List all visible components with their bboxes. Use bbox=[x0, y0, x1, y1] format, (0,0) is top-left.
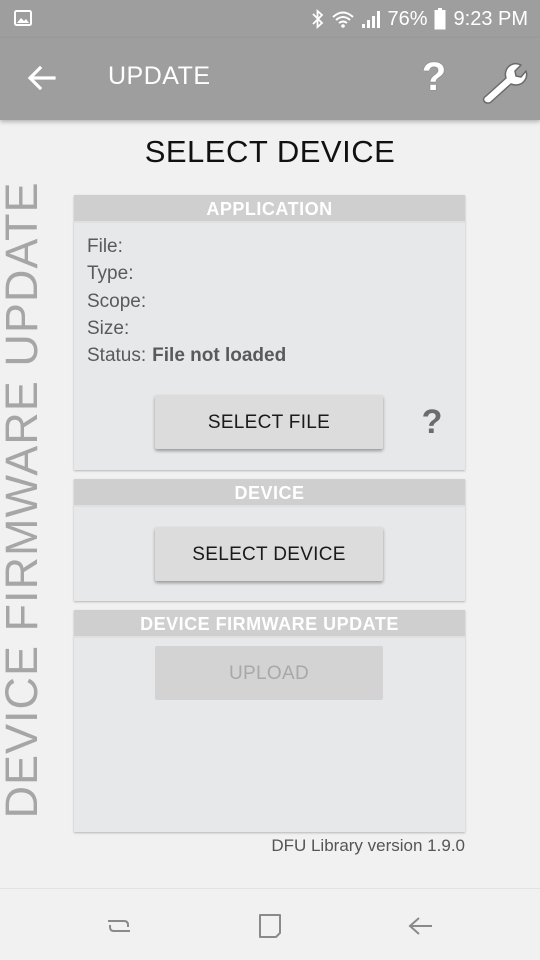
application-panel-header: APPLICATION bbox=[74, 195, 465, 223]
wrench-icon[interactable] bbox=[482, 58, 528, 104]
app-bar: UPDATE ? bbox=[0, 38, 540, 120]
select-file-button[interactable]: SELECT FILE bbox=[155, 395, 383, 449]
file-help-icon[interactable]: ? bbox=[417, 402, 447, 442]
bluetooth-icon bbox=[312, 9, 324, 29]
signal-icon bbox=[362, 11, 381, 28]
device-panel: DEVICE SELECT DEVICE bbox=[74, 479, 465, 601]
page-title: SELECT DEVICE bbox=[144, 134, 396, 169]
upload-button[interactable]: UPLOAD bbox=[155, 646, 383, 700]
back-icon[interactable] bbox=[406, 911, 436, 941]
file-info: File: Type: Scope: Size: Status: File not… bbox=[87, 233, 286, 369]
status-line: Status: File not loaded bbox=[87, 342, 286, 369]
help-icon[interactable]: ? bbox=[414, 52, 454, 102]
status-value: File not loaded bbox=[152, 345, 287, 367]
back-arrow-icon[interactable] bbox=[26, 62, 58, 94]
dfu-panel-header: DEVICE FIRMWARE UPDATE bbox=[74, 610, 465, 638]
type-label: Type: bbox=[87, 263, 134, 285]
status-bar: 76% 9:23 PM bbox=[0, 0, 540, 38]
battery-icon bbox=[434, 8, 446, 30]
wifi-icon bbox=[332, 11, 355, 28]
vertical-section-label: DEVICE FIRMWARE UPDATE bbox=[0, 181, 47, 819]
select-device-button[interactable]: SELECT DEVICE bbox=[155, 527, 383, 581]
app-title: UPDATE bbox=[108, 62, 211, 90]
dfu-panel: DEVICE FIRMWARE UPDATE UPLOAD bbox=[74, 610, 465, 832]
application-panel: APPLICATION File: Type: Scope: Size: Sta… bbox=[74, 195, 465, 470]
image-icon bbox=[14, 10, 32, 26]
navigation-bar bbox=[0, 888, 540, 960]
home-icon[interactable] bbox=[255, 911, 285, 941]
clock: 9:23 PM bbox=[453, 7, 528, 30]
status-label: Status: bbox=[87, 345, 147, 367]
device-panel-header: DEVICE bbox=[74, 479, 465, 507]
size-label: Size: bbox=[87, 317, 130, 339]
scope-label: Scope: bbox=[87, 290, 147, 312]
recent-apps-icon[interactable] bbox=[104, 911, 134, 941]
library-version: DFU Library version 1.9.0 bbox=[271, 836, 465, 855]
battery-percent: 76% bbox=[387, 7, 428, 30]
file-label: File: bbox=[87, 236, 123, 257]
